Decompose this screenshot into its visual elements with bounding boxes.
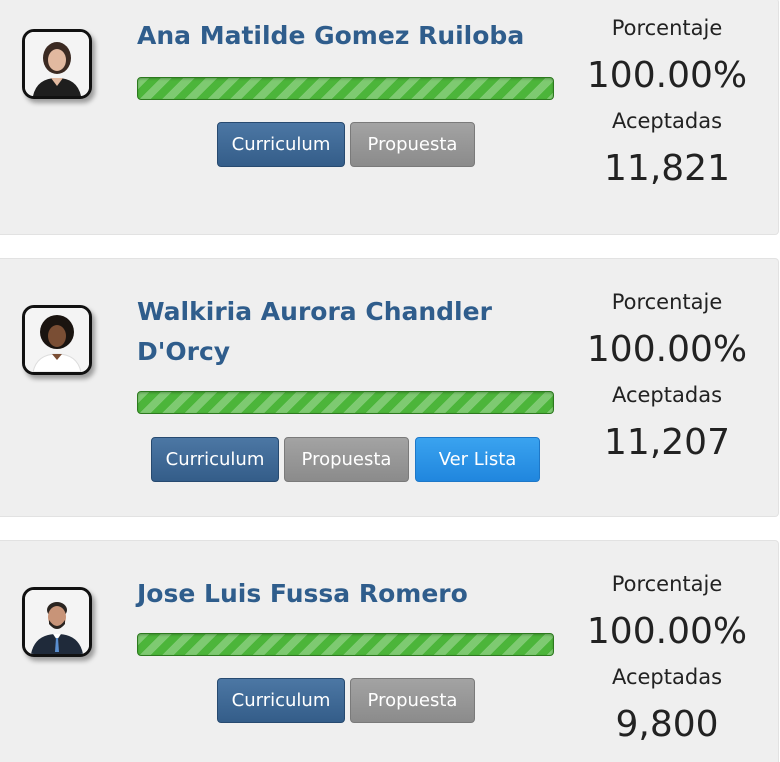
propuesta-button[interactable]: Propuesta (350, 678, 475, 723)
accepted-value: 11,207 (604, 422, 730, 463)
ver-lista-button[interactable]: Ver Lista (415, 437, 540, 482)
percent-value: 100.00% (586, 329, 748, 370)
candidate-name: Ana Matilde Gomez Ruiloba (137, 21, 525, 50)
percent-label: Porcentaje (611, 572, 723, 596)
propuesta-button[interactable]: Propuesta (350, 122, 475, 167)
candidate-name: Jose Luis Fussa Romero (137, 579, 468, 608)
acceptance-progress-bar (137, 633, 554, 656)
accepted-value: 11,821 (604, 148, 730, 189)
propuesta-button[interactable]: Propuesta (284, 437, 409, 482)
percent-label: Porcentaje (611, 290, 723, 314)
curriculum-button[interactable]: Curriculum (151, 437, 279, 482)
candidate-card: Ana Matilde Gomez Ruiloba Curriculum Pro… (0, 0, 779, 235)
curriculum-button[interactable]: Curriculum (217, 678, 345, 723)
accepted-label: Aceptadas (611, 665, 723, 689)
curriculum-button[interactable]: Curriculum (217, 122, 345, 167)
percent-value: 100.00% (586, 611, 748, 652)
candidate-photo-woman-icon (22, 305, 92, 375)
candidate-card: Jose Luis Fussa Romero Curriculum Propue… (0, 540, 779, 762)
acceptance-progress-bar (137, 77, 554, 100)
percent-label: Porcentaje (611, 16, 723, 40)
candidate-name: Walkiria Aurora Chandler D'Orcy (137, 297, 492, 366)
acceptance-progress-bar (137, 391, 554, 414)
candidate-photo-woman-icon (22, 29, 92, 99)
accepted-label: Aceptadas (611, 383, 723, 407)
percent-value: 100.00% (586, 55, 748, 96)
accepted-value: 9,800 (615, 704, 719, 745)
accepted-label: Aceptadas (611, 109, 723, 133)
candidate-photo-man-icon (22, 587, 92, 657)
candidate-card: Walkiria Aurora Chandler D'Orcy Curricul… (0, 258, 779, 517)
